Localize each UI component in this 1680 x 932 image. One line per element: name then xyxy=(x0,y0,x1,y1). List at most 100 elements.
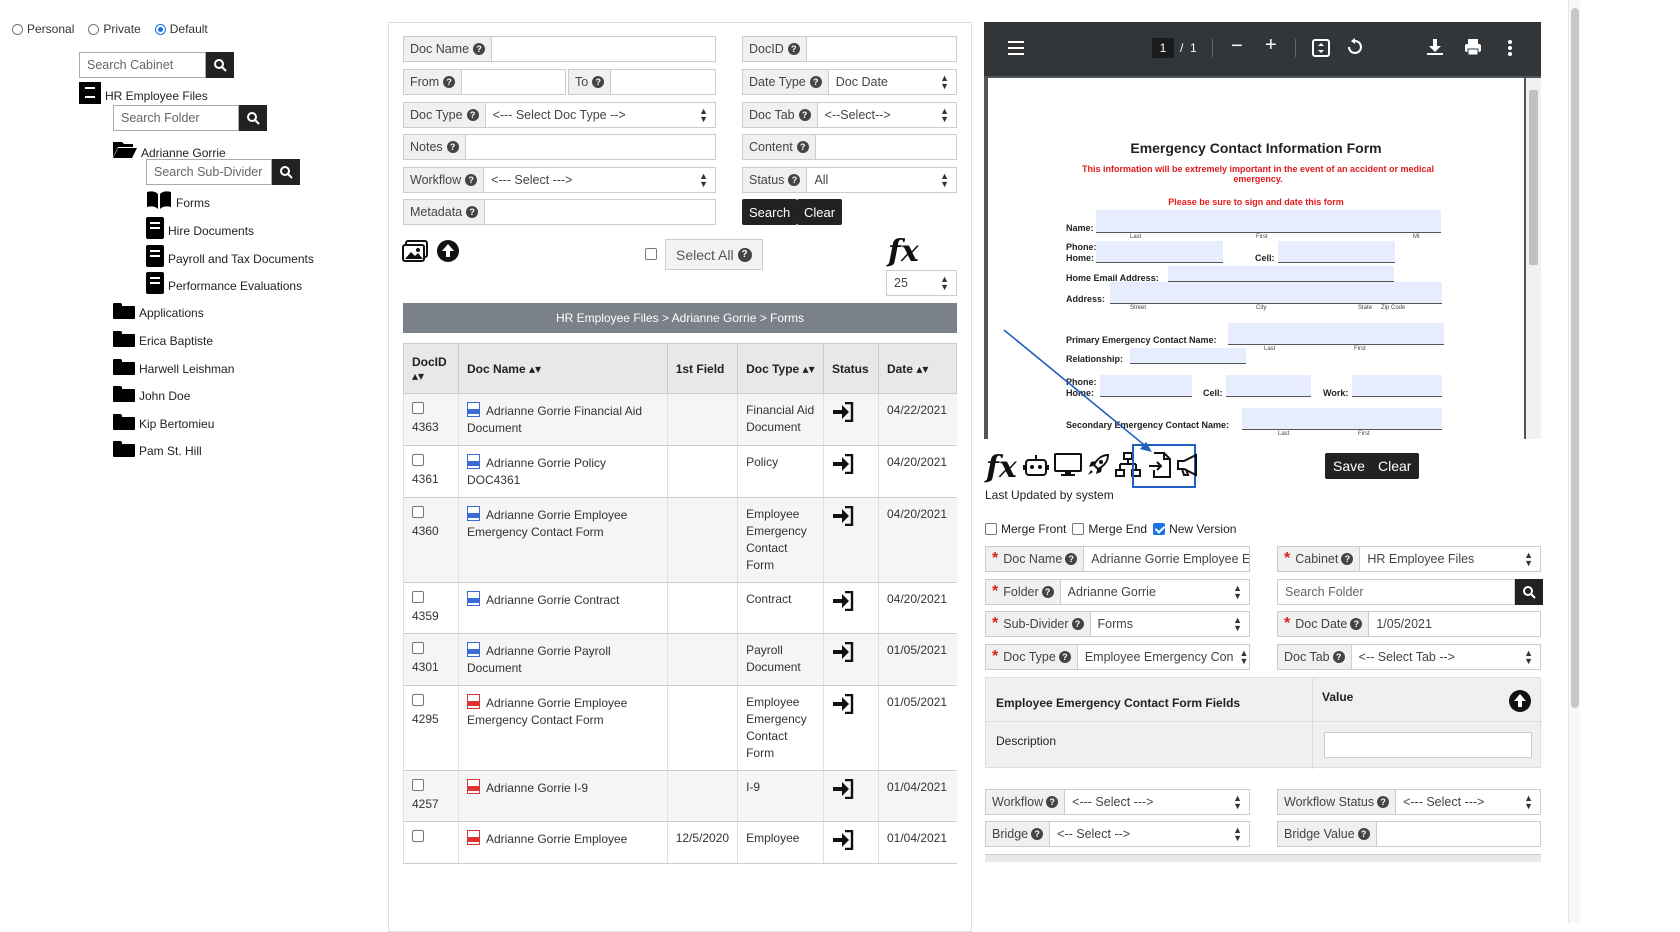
scrollbar-thumb[interactable] xyxy=(1529,90,1538,265)
meta-doc-type-select[interactable]: * Doc Type? Employee Emergency Con ▲ ▼ xyxy=(985,644,1250,670)
row-checkbox[interactable] xyxy=(412,402,424,414)
robot-icon[interactable] xyxy=(1023,454,1049,478)
meta-folder-select[interactable]: * Folder? Adrianne Gorrie ▲ ▼ xyxy=(985,579,1250,605)
row-docname[interactable]: Adrianne Gorrie Policy DOC4361 xyxy=(467,456,606,487)
workflow-select[interactable]: Workflow? <--- Select ---> ▲ ▼ xyxy=(403,167,716,193)
tree-folder[interactable]: Pam St. Hill xyxy=(113,440,202,458)
upload-arrow-icon[interactable] xyxy=(436,239,460,263)
form-name-input[interactable] xyxy=(1096,210,1441,233)
select-all-checkbox[interactable] xyxy=(645,248,657,260)
search-subdivider-button[interactable] xyxy=(272,159,300,185)
meta-subdivider-select[interactable]: * Sub-Divider? Forms ▲ ▼ xyxy=(985,611,1250,637)
images-icon[interactable] xyxy=(402,240,428,262)
search-subdivider-input[interactable]: Search Sub-Divider xyxy=(146,159,272,185)
merge-front-checkbox[interactable] xyxy=(985,523,997,535)
sign-in-icon[interactable] xyxy=(832,401,854,423)
form-cell-input[interactable] xyxy=(1278,241,1395,263)
metadata-field[interactable]: Metadata? xyxy=(403,199,716,225)
tree-subdivider-payroll[interactable]: Payroll and Tax Documents xyxy=(146,245,314,267)
docid-field[interactable]: DocID? xyxy=(742,36,957,62)
file-import-icon[interactable] xyxy=(1148,452,1172,478)
meta-cabinet-select[interactable]: * Cabinet? HR Employee Files ▲ ▼ xyxy=(1277,546,1541,572)
search-button[interactable]: Search xyxy=(742,199,798,225)
new-version-checkbox[interactable] xyxy=(1153,523,1166,535)
date-type-select[interactable]: Date Type? Doc Date ▲ ▼ xyxy=(742,69,957,95)
monitor-icon[interactable] xyxy=(1054,453,1082,477)
description-input[interactable] xyxy=(1324,732,1532,758)
tree-subdivider-hire[interactable]: Hire Documents xyxy=(146,217,254,239)
col-first-field[interactable]: 1st Field xyxy=(666,343,739,394)
row-checkbox[interactable] xyxy=(412,506,424,518)
tree-folder[interactable]: Applications xyxy=(113,302,204,320)
tree-subdivider-forms[interactable]: Forms xyxy=(146,190,210,210)
form-email-input[interactable] xyxy=(1168,266,1394,282)
meta-search-folder-button[interactable] xyxy=(1515,579,1543,605)
rotate-icon[interactable] xyxy=(1346,38,1364,56)
form-primary-cell-input[interactable] xyxy=(1226,375,1311,397)
row-docname[interactable]: Adrianne Gorrie Employee Emergency Conta… xyxy=(467,508,627,539)
rocket-icon[interactable] xyxy=(1086,453,1110,477)
status-select[interactable]: Status? All ▲ ▼ xyxy=(742,167,957,193)
row-checkbox[interactable] xyxy=(412,454,424,466)
fit-page-icon[interactable] xyxy=(1312,39,1330,57)
tree-subdivider-performance[interactable]: Performance Evaluations xyxy=(146,272,302,294)
to-date-field[interactable]: To? xyxy=(568,69,716,95)
pdf-scrollbar[interactable] xyxy=(1526,78,1541,439)
form-home-phone-input[interactable] xyxy=(1096,241,1223,263)
page-size-select[interactable]: 25 ▲ ▼ xyxy=(886,270,957,296)
meta-doc-date-field[interactable]: * Doc Date? 1/05/2021 xyxy=(1277,611,1541,637)
form-address-input[interactable] xyxy=(1110,282,1442,304)
zoom-out-icon[interactable]: − xyxy=(1231,35,1243,58)
table-row[interactable]: 4301 Adrianne Gorrie Payroll Document Payr… xyxy=(403,633,957,686)
row-docname[interactable]: Adrianne Gorrie Employee xyxy=(486,832,627,846)
content-field[interactable]: Content? xyxy=(742,134,957,160)
row-docname[interactable]: Adrianne Gorrie Contract xyxy=(486,593,619,607)
doc-type-select[interactable]: Doc Type? <--- Select Doc Type --> ▲ ▼ xyxy=(403,102,716,128)
row-docname[interactable]: Adrianne Gorrie Employee Emergency Conta… xyxy=(467,696,627,727)
sign-in-icon[interactable] xyxy=(832,641,854,663)
table-row[interactable]: 4359 Adrianne Gorrie Contract Contract 04/2… xyxy=(403,582,957,634)
page-number-input[interactable]: 1 xyxy=(1152,38,1174,58)
table-row[interactable]: 4363 Adrianne Gorrie Financial Aid Docume… xyxy=(403,393,957,446)
megaphone-icon[interactable] xyxy=(1176,453,1202,477)
sign-in-icon[interactable] xyxy=(832,505,854,527)
table-row[interactable]: Adrianne Gorrie Employee 12/5/2020 Employe… xyxy=(403,821,957,864)
doc-tab-select[interactable]: Doc Tab? <--Select--> ▲ ▼ xyxy=(742,102,957,128)
tree-folder[interactable]: Kip Bertomieu xyxy=(113,413,214,431)
radio-private[interactable]: Private xyxy=(88,22,141,36)
meta-doc-name-field[interactable]: * Doc Name? Adrianne Gorrie Employee E xyxy=(985,546,1250,572)
col-doctype[interactable]: Doc Type ▴▾ xyxy=(737,343,824,394)
tree-cabinet[interactable]: HR Employee Files xyxy=(79,82,208,104)
meta-bridge-value-field[interactable]: Bridge Value? xyxy=(1277,821,1541,847)
form-primary-contact-input[interactable] xyxy=(1228,323,1444,345)
sign-in-icon[interactable] xyxy=(832,829,854,851)
meta-doc-tab-select[interactable]: Doc Tab? <-- Select Tab --> ▲ ▼ xyxy=(1277,644,1541,670)
radio-default[interactable]: Default xyxy=(154,22,208,36)
table-row[interactable]: 4360 Adrianne Gorrie Employee Emergency C… xyxy=(403,497,957,583)
print-icon[interactable] xyxy=(1464,38,1482,56)
page-scrollbar-thumb[interactable] xyxy=(1571,8,1579,708)
row-checkbox[interactable] xyxy=(412,830,424,842)
formula-icon[interactable]: fx xyxy=(888,234,919,269)
col-status[interactable]: Status xyxy=(822,343,879,394)
row-docname[interactable]: Adrianne Gorrie Payroll Document xyxy=(467,644,611,675)
meta-bridge-select[interactable]: Bridge? <-- Select --> ▲ ▼ xyxy=(985,821,1250,847)
table-row[interactable]: 4361 Adrianne Gorrie Policy DOC4361 Policy… xyxy=(403,445,957,498)
sign-in-icon[interactable] xyxy=(832,778,854,800)
sign-in-icon[interactable] xyxy=(832,590,854,612)
row-checkbox[interactable] xyxy=(412,694,424,706)
meta-search-folder-input[interactable]: Search Folder xyxy=(1277,579,1515,605)
table-row[interactable]: 4295 Adrianne Gorrie Employee Emergency C… xyxy=(403,685,957,771)
tree-folder-open[interactable]: Adrianne Gorrie xyxy=(113,140,226,160)
tree-folder[interactable]: John Doe xyxy=(113,385,190,403)
row-checkbox[interactable] xyxy=(412,642,424,654)
search-cabinet-input[interactable]: Search Cabinet xyxy=(79,52,206,78)
select-all-button[interactable]: Select All? xyxy=(665,239,763,270)
formula-icon[interactable]: fx xyxy=(986,450,1017,485)
menu-icon[interactable] xyxy=(1008,41,1024,55)
search-folder-button[interactable] xyxy=(239,105,267,131)
more-vert-icon[interactable] xyxy=(1507,39,1513,57)
download-icon[interactable] xyxy=(1427,38,1443,56)
from-date-field[interactable]: From? xyxy=(403,69,566,95)
col-docname[interactable]: Doc Name ▴▾ xyxy=(457,343,668,394)
